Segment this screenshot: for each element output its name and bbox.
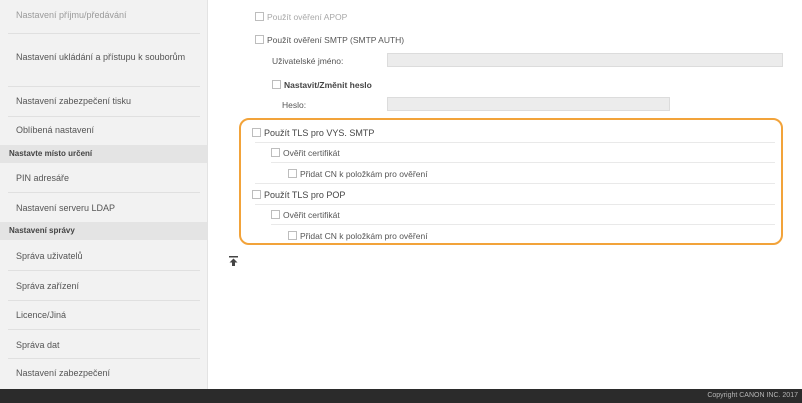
smtp-auth-label: Použít ověření SMTP (SMTP AUTH)	[267, 34, 405, 45]
apop-label: Použít ověření APOP	[267, 11, 348, 22]
arrow-to-top-icon-svg	[229, 256, 238, 266]
sidebar-item-user-management[interactable]: Správa uživatelů	[0, 250, 207, 263]
sidebar-item-security-settings[interactable]: Nastavení zabezpečení	[0, 367, 207, 380]
verify-cert-checkbox-smtp[interactable]	[271, 148, 280, 158]
verify-cert-option-pop[interactable]: Ověřit certifikát	[271, 208, 340, 221]
smtp-auth-option[interactable]: Použít ověření SMTP (SMTP AUTH)	[255, 33, 404, 46]
password-label: Heslo:	[282, 100, 307, 110]
sidebar-item-receive-forward-settings[interactable]: Nastavení příjmu/předávání	[0, 9, 207, 22]
add-cn-checkbox-smtp[interactable]	[288, 169, 297, 179]
password-input[interactable]	[387, 97, 670, 111]
sidebar-group-header-destination: Nastavte místo určení	[0, 145, 207, 163]
row-divider	[255, 204, 775, 205]
tls-pop-option[interactable]: Použít TLS pro POP	[252, 188, 345, 201]
add-cn-label-smtp: Přidat CN k položkám pro ověření	[300, 168, 428, 179]
apop-checkbox[interactable]	[255, 12, 264, 22]
sidebar-item-favorite-settings[interactable]: Oblíbená nastavení	[0, 124, 207, 137]
verify-cert-label-smtp: Ověřit certifikát	[283, 147, 340, 158]
set-password-checkbox[interactable]	[272, 80, 281, 90]
sidebar-divider	[8, 33, 200, 34]
smtp-auth-checkbox[interactable]	[255, 35, 264, 45]
row-divider	[255, 183, 775, 184]
add-cn-label-pop: Přidat CN k položkám pro ověření	[300, 230, 428, 241]
sidebar-divider	[8, 300, 200, 301]
sidebar-divider	[8, 192, 200, 193]
tls-pop-checkbox[interactable]	[252, 190, 261, 200]
add-cn-option-smtp[interactable]: Přidat CN k položkám pro ověření	[288, 167, 428, 180]
sidebar-item-address-book-pin[interactable]: PIN adresáře	[0, 172, 207, 185]
verify-cert-option-smtp[interactable]: Ověřit certifikát	[271, 146, 340, 159]
row-divider	[271, 224, 775, 225]
sidebar-item-device-management[interactable]: Správa zařízení	[0, 280, 207, 293]
tls-smtp-option[interactable]: Použít TLS pro VYS. SMTP	[252, 126, 374, 139]
sidebar-divider	[8, 270, 200, 271]
username-label: Uživatelské jméno:	[272, 56, 344, 66]
sidebar-item-print-security-settings[interactable]: Nastavení zabezpečení tisku	[0, 95, 207, 108]
arrow-to-top-icon[interactable]	[229, 256, 238, 269]
sidebar-item-data-management[interactable]: Správa dat	[0, 339, 207, 352]
row-divider	[255, 142, 775, 143]
verify-cert-label-pop: Ověřit certifikát	[283, 209, 340, 220]
sidebar-group-header-management: Nastavení správy	[0, 222, 207, 240]
sidebar-divider	[8, 116, 200, 117]
tls-smtp-label: Použít TLS pro VYS. SMTP	[264, 127, 375, 138]
add-cn-option-pop[interactable]: Přidat CN k položkám pro ověření	[288, 229, 428, 242]
footer: Copyright CANON INC. 2017	[0, 389, 802, 403]
add-cn-checkbox-pop[interactable]	[288, 231, 297, 241]
tls-pop-label: Použít TLS pro POP	[264, 189, 346, 200]
sidebar-item-storage-access-settings[interactable]: Nastavení ukládání a přístupu k souborům	[0, 51, 190, 64]
sidebar-divider	[8, 86, 200, 87]
sidebar: Nastavení příjmu/předávání Nastavení ukl…	[0, 0, 208, 389]
username-input[interactable]	[387, 53, 783, 67]
copyright-text: Copyright CANON INC. 2017	[707, 392, 798, 399]
row-divider	[271, 162, 775, 163]
tls-smtp-checkbox[interactable]	[252, 128, 261, 138]
set-password-label: Nastavit/Změnit heslo	[284, 79, 372, 90]
verify-cert-checkbox-pop[interactable]	[271, 210, 280, 220]
sidebar-item-ldap-server-settings[interactable]: Nastavení serveru LDAP	[0, 202, 207, 215]
sidebar-divider	[8, 329, 200, 330]
apop-option[interactable]: Použít ověření APOP	[255, 10, 347, 23]
sidebar-divider	[8, 358, 200, 359]
sidebar-item-license-other[interactable]: Licence/Jiná	[0, 309, 207, 322]
set-password-option[interactable]: Nastavit/Změnit heslo	[272, 78, 372, 91]
